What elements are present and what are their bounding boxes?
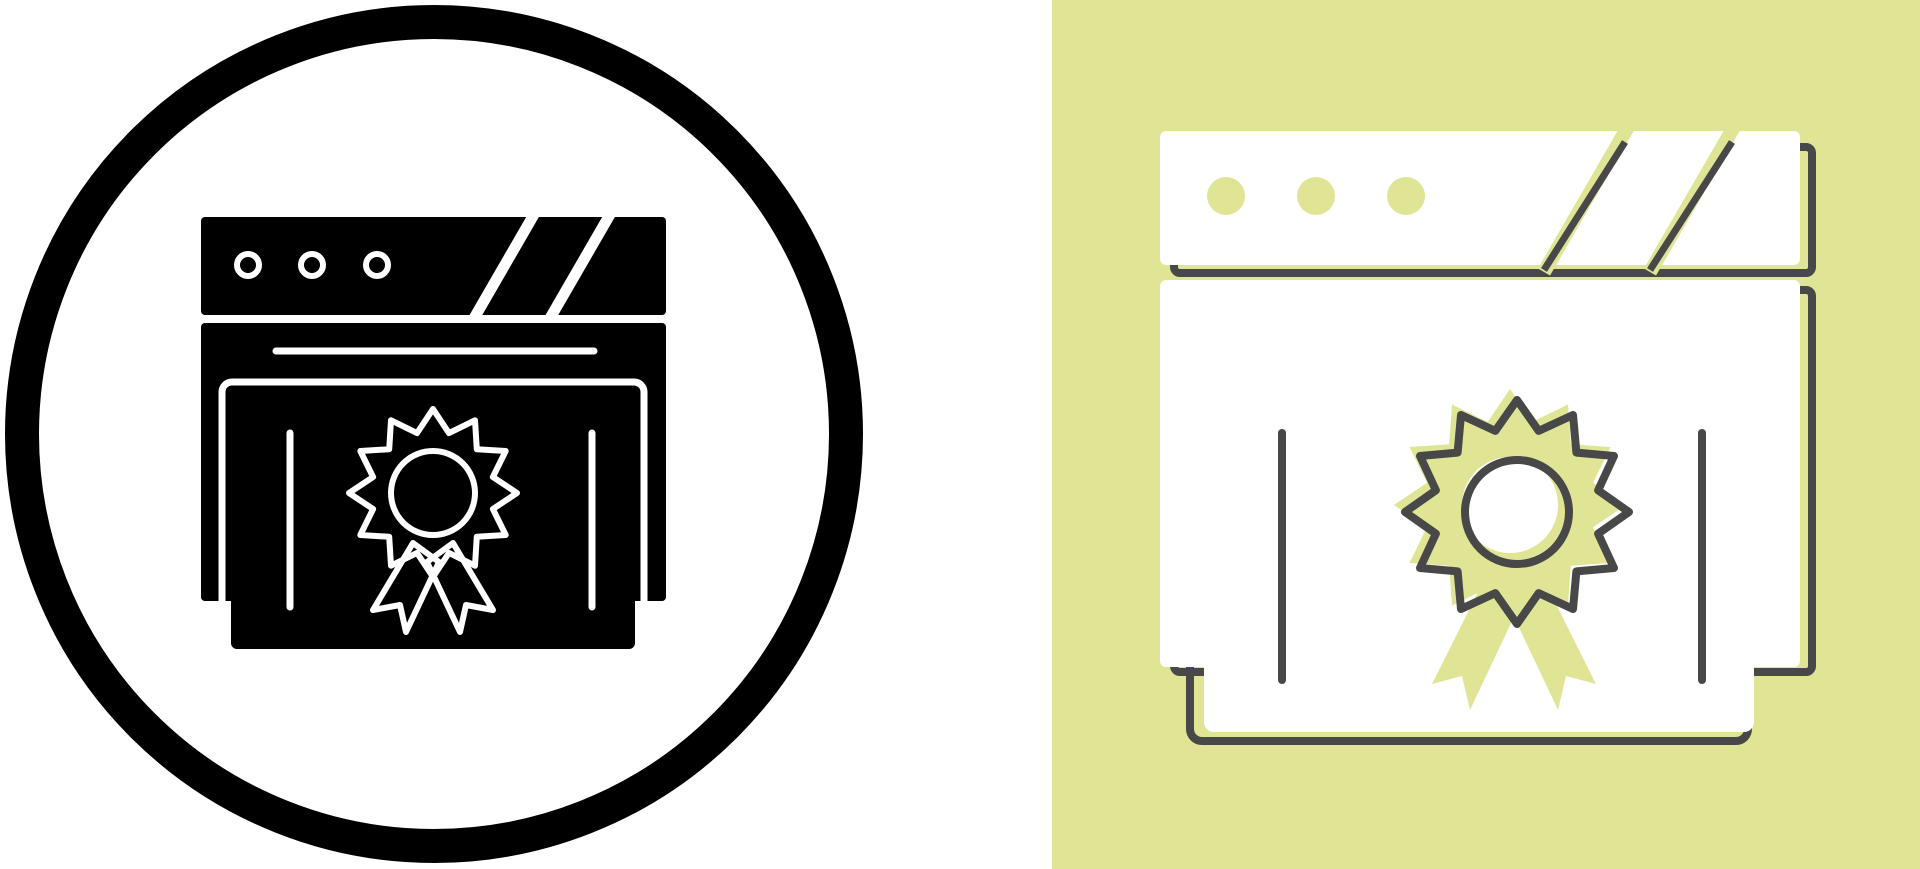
window-dot-icon (1297, 177, 1335, 215)
right-icon-panel (1052, 0, 1920, 869)
browser-title-bar (1160, 131, 1800, 265)
left-icon-panel (0, 0, 1052, 869)
window-dot-icon (1207, 177, 1245, 215)
window-dot-icon (1387, 177, 1425, 215)
website-certificate-glyph-icon (5, 5, 863, 863)
website-certificate-flat-icon (1052, 0, 1920, 869)
